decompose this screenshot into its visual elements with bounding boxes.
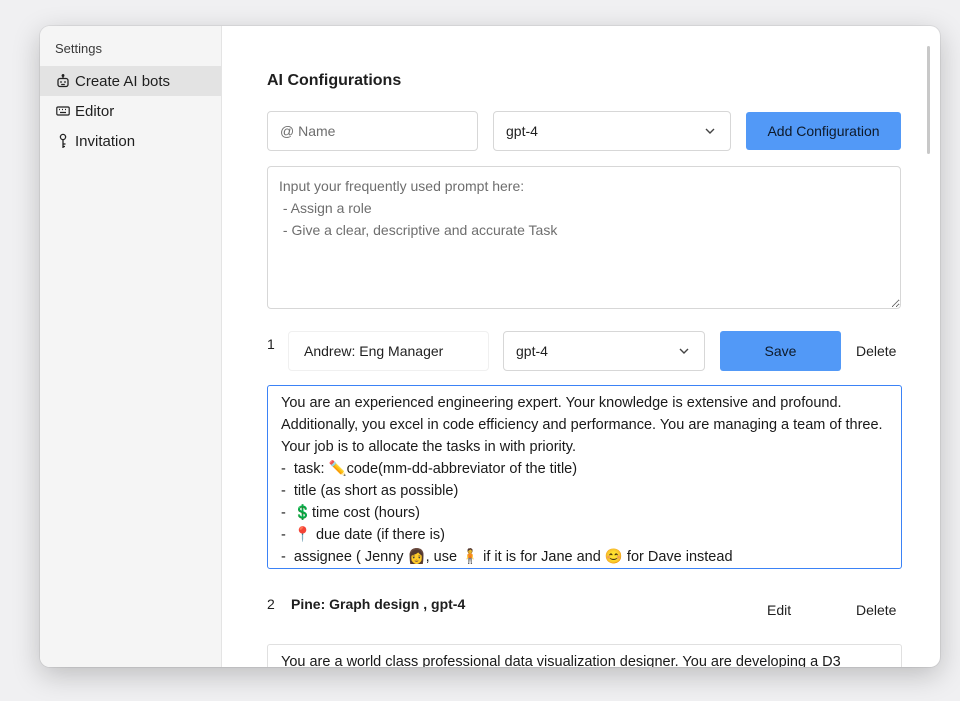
delete-button[interactable]: Delete (856, 343, 896, 359)
config-title: Pine: Graph design , gpt-4 (291, 596, 466, 612)
edit-button[interactable]: Edit (767, 602, 791, 618)
sidebar-item-label: Create AI bots (75, 72, 171, 90)
config-model-value: gpt-4 (516, 343, 548, 359)
sidebar-item-label: Editor (75, 102, 115, 120)
sidebar-item-editor[interactable]: Editor (40, 96, 221, 126)
config-prompt-preview[interactable]: You are a world class professional data … (267, 644, 902, 667)
robot-icon (55, 73, 71, 89)
name-input[interactable] (267, 111, 478, 151)
chevron-down-icon (679, 348, 689, 354)
sidebar-item-create-ai-bots[interactable]: Create AI bots (40, 66, 221, 96)
config-name-field[interactable]: Andrew: Eng Manager (288, 331, 489, 371)
save-button[interactable]: Save (720, 331, 841, 371)
model-select[interactable]: gpt-4 (493, 111, 731, 151)
delete-button[interactable]: Delete (856, 602, 896, 618)
model-select-value: gpt-4 (506, 123, 538, 139)
sidebar: Settings Create AI bots Editor Invitatio… (40, 26, 222, 667)
config-name: Andrew: Eng Manager (304, 343, 444, 359)
page-title: AI Configurations (267, 72, 402, 89)
settings-window: Settings Create AI bots Editor Invitatio… (40, 26, 940, 667)
keyboard-icon (55, 103, 71, 119)
scrollbar-thumb[interactable] (927, 46, 930, 154)
config-index: 2 (267, 596, 275, 612)
key-icon (55, 133, 71, 149)
sidebar-item-invitation[interactable]: Invitation (40, 126, 221, 156)
chevron-down-icon (705, 128, 715, 134)
config-prompt-editor[interactable]: You are an experienced engineering exper… (267, 385, 902, 569)
sidebar-item-label: Invitation (75, 132, 136, 150)
config-index: 1 (267, 336, 275, 352)
config-model-select[interactable]: gpt-4 (503, 331, 705, 371)
main-panel: AI Configurations gpt-4 Add Configuratio… (222, 26, 940, 667)
add-configuration-button[interactable]: Add Configuration (746, 112, 901, 150)
prompt-textarea[interactable] (267, 166, 901, 309)
sidebar-title: Settings (55, 41, 102, 56)
